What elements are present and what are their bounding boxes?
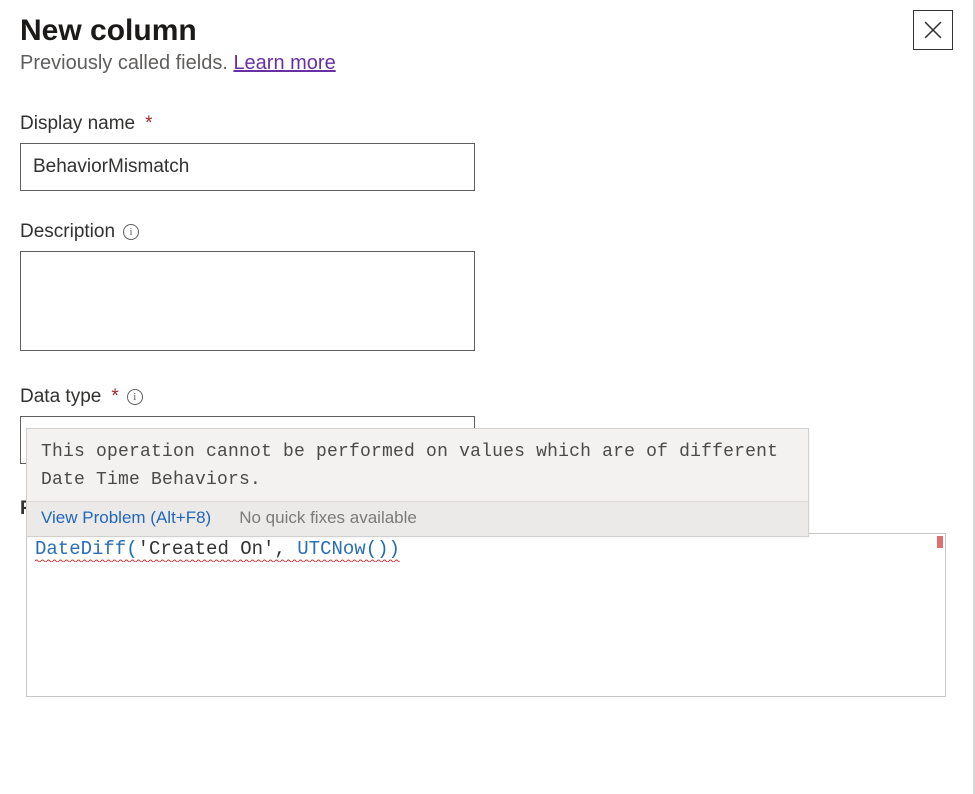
close-button[interactable] xyxy=(913,10,953,50)
data-type-label: Data type * i xyxy=(20,386,955,408)
description-field: Description i xyxy=(20,221,955,356)
description-label-text: Description xyxy=(20,221,115,243)
display-name-label-text: Display name xyxy=(20,113,135,135)
description-input[interactable] xyxy=(20,251,475,351)
display-name-label: Display name * xyxy=(20,113,955,135)
new-column-panel: New column Previously called fields. Lea… xyxy=(0,0,975,794)
problem-action-bar: View Problem (Alt+F8) No quick fixes ava… xyxy=(27,501,808,536)
token-paren: ) xyxy=(389,538,400,560)
page-title: New column xyxy=(20,14,955,48)
required-asterisk-icon: * xyxy=(145,113,152,135)
data-type-container: F This operation cannot be performed on … xyxy=(20,416,955,464)
view-problem-link[interactable]: View Problem (Alt+F8) xyxy=(41,508,211,528)
data-type-field: Data type * i F This operation cannot be… xyxy=(20,386,955,464)
no-quick-fix-text: No quick fixes available xyxy=(239,508,417,528)
problem-tooltip: This operation cannot be performed on va… xyxy=(26,428,809,537)
editor-error-marker[interactable] xyxy=(937,536,943,548)
display-name-field: Display name * xyxy=(20,113,955,191)
token-separator: , xyxy=(274,538,297,560)
problem-message: This operation cannot be performed on va… xyxy=(27,429,808,501)
required-asterisk-icon: * xyxy=(111,386,118,408)
token-paren: ( xyxy=(126,538,137,560)
info-icon[interactable]: i xyxy=(123,224,139,240)
token-function: DateDiff xyxy=(35,538,126,560)
token-paren: ) xyxy=(377,538,388,560)
error-squiggle: DateDiff('Created On', UTCNow()) xyxy=(35,538,400,562)
formula-line: DateDiff('Created On', UTCNow()) xyxy=(35,538,400,560)
data-type-label-text: Data type xyxy=(20,386,101,408)
token-function: UTCNow xyxy=(297,538,365,560)
close-icon xyxy=(924,21,942,39)
token-string: 'Created On' xyxy=(138,538,275,560)
description-label: Description i xyxy=(20,221,955,243)
display-name-input[interactable] xyxy=(20,143,475,191)
formula-editor[interactable]: DateDiff('Created On', UTCNow()) xyxy=(26,533,946,697)
learn-more-link[interactable]: Learn more xyxy=(233,52,335,74)
token-paren: ( xyxy=(366,538,377,560)
page-subtitle: Previously called fields. Learn more xyxy=(20,52,955,75)
subtitle-text: Previously called fields. xyxy=(20,52,233,74)
info-icon[interactable]: i xyxy=(127,389,143,405)
